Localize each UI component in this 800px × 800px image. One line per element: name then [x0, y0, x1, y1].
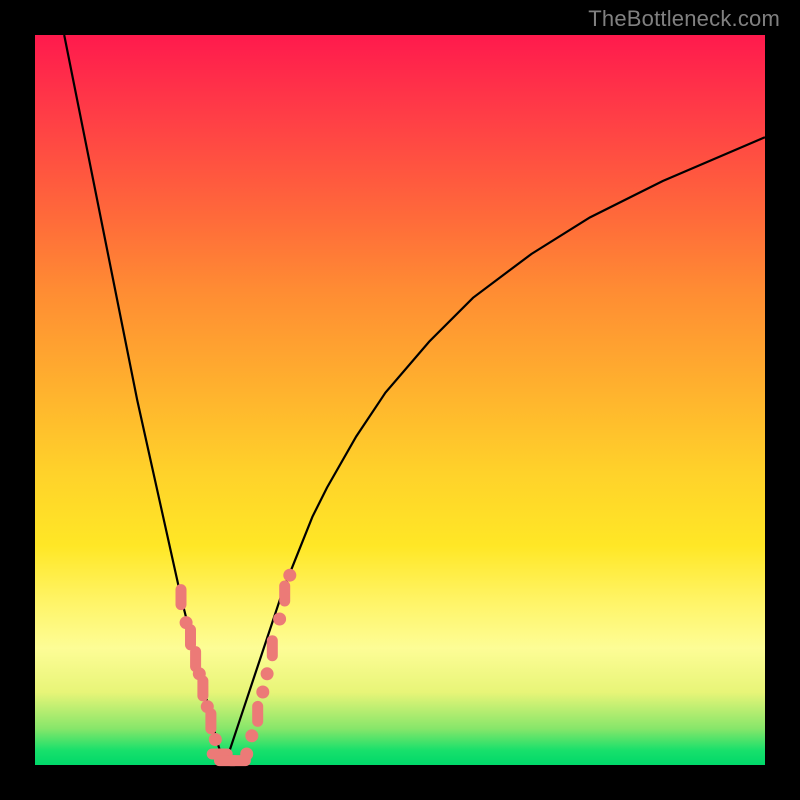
- marker-point: [197, 675, 208, 701]
- watermark-text: TheBottleneck.com: [588, 6, 780, 32]
- curve-group: [64, 35, 765, 765]
- marker-point: [209, 733, 222, 746]
- curve-right-branch: [225, 137, 765, 765]
- marker-point: [283, 569, 296, 582]
- marker-group: [176, 569, 297, 766]
- marker-point: [240, 748, 253, 761]
- marker-point: [261, 667, 274, 680]
- marker-point: [279, 581, 290, 607]
- chart-frame: TheBottleneck.com: [0, 0, 800, 800]
- marker-point: [267, 635, 278, 661]
- marker-point: [176, 584, 187, 610]
- marker-point: [205, 708, 216, 734]
- marker-point: [273, 613, 286, 626]
- marker-point: [245, 729, 258, 742]
- marker-point: [256, 686, 269, 699]
- chart-svg: [35, 35, 765, 765]
- marker-point: [252, 701, 263, 727]
- plot-area: [35, 35, 765, 765]
